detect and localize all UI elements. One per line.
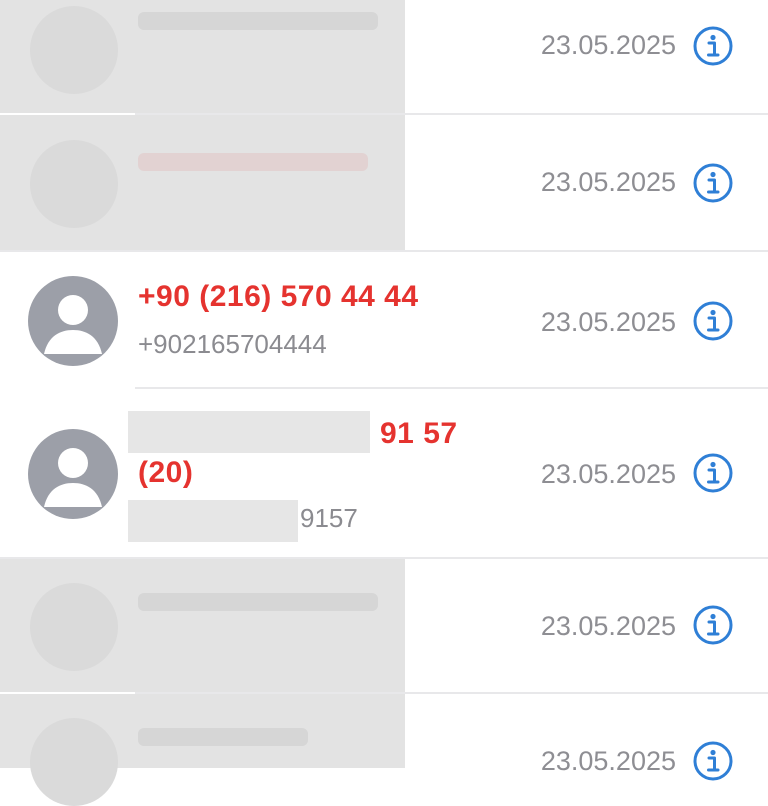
info-icon[interactable]	[692, 604, 734, 646]
call-date: 23.05.2025	[540, 30, 676, 60]
call-row[interactable]: 23.05.2025	[0, 559, 768, 692]
call-row[interactable]: 23.05.2025	[0, 0, 768, 113]
blurred-name	[138, 593, 378, 611]
avatar	[28, 276, 118, 366]
info-icon[interactable]	[692, 740, 734, 782]
blurred-name	[138, 12, 378, 30]
phone-number: +902165704444	[138, 329, 327, 359]
call-date: 23.05.2025	[540, 307, 676, 337]
blurred-name	[138, 728, 308, 746]
phone-number-part: 9157	[300, 503, 358, 533]
contact-name: +90 (216) 570 44 44	[138, 280, 419, 313]
call-date: 23.05.2025	[540, 459, 676, 489]
info-icon[interactable]	[692, 300, 734, 342]
call-date: 23.05.2025	[540, 167, 676, 197]
blurred-avatar	[30, 718, 118, 806]
call-row[interactable]: +90 (216) 570 44 44 +902165704444 23.05.…	[0, 252, 768, 387]
redacted-number	[128, 500, 298, 542]
contact-name-part: 91 57	[380, 417, 458, 450]
blurred-avatar	[30, 583, 118, 671]
avatar	[28, 429, 118, 519]
call-row[interactable]: 23.05.2025	[0, 694, 768, 806]
call-row[interactable]: 91 57 (20) 9157 23.05.2025	[0, 389, 768, 557]
call-date: 23.05.2025	[540, 611, 676, 641]
redacted-name	[128, 411, 370, 453]
person-placeholder-icon	[44, 448, 102, 507]
info-icon[interactable]	[692, 452, 734, 494]
info-icon[interactable]	[692, 162, 734, 204]
blurred-name	[138, 153, 368, 171]
info-icon[interactable]	[692, 25, 734, 67]
call-date: 23.05.2025	[540, 746, 676, 776]
person-placeholder-icon	[44, 295, 102, 354]
blurred-avatar	[30, 140, 118, 228]
contact-name-part: (20)	[138, 456, 194, 489]
call-row[interactable]: 23.05.2025	[0, 115, 768, 250]
blurred-avatar	[30, 6, 118, 94]
